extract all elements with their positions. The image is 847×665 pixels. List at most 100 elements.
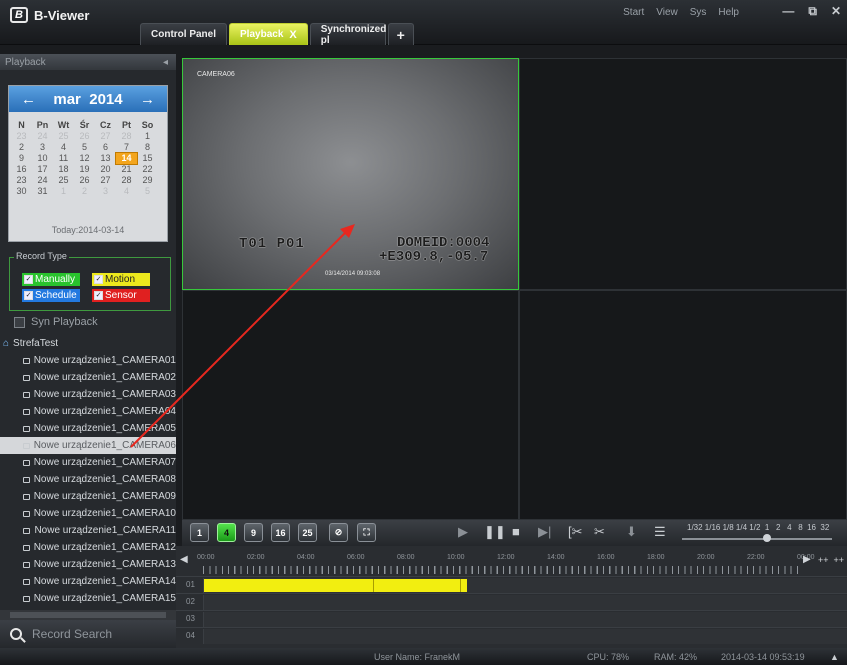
- calendar-day[interactable]: 23: [11, 175, 32, 186]
- add-tab-button[interactable]: +: [387, 23, 414, 45]
- timeline-zoom-icon[interactable]: ++ ++: [818, 555, 844, 565]
- camera-item[interactable]: Nowe urządzenie1_CAMERA12: [0, 539, 176, 556]
- layout-4-button[interactable]: 4: [217, 523, 236, 542]
- next-month-icon[interactable]: →: [140, 91, 155, 108]
- calendar-day[interactable]: 25: [53, 175, 74, 186]
- camera-item[interactable]: Nowe urządzenie1_CAMERA03: [0, 386, 176, 403]
- tree-root-item[interactable]: ⌂ StrefaTest: [0, 335, 176, 352]
- layout-9-button[interactable]: 9: [244, 523, 263, 542]
- record-type-manually[interactable]: ✓ Manually: [22, 273, 80, 286]
- download-icon[interactable]: ⬇: [626, 524, 637, 540]
- tab-control-panel[interactable]: Control Panel: [140, 23, 228, 45]
- record-search-button[interactable]: Record Search: [0, 620, 176, 648]
- menu-view[interactable]: View: [656, 7, 678, 18]
- calendar-today-label[interactable]: Today:2014-03-14: [9, 225, 167, 235]
- calendar-day[interactable]: 26: [74, 131, 95, 142]
- calendar-day[interactable]: 11: [53, 153, 74, 164]
- video-cell-2[interactable]: [519, 58, 847, 290]
- play-icon[interactable]: ▶: [458, 524, 468, 540]
- calendar-day[interactable]: 7: [116, 142, 137, 153]
- calendar-day[interactable]: 29: [137, 175, 158, 186]
- calendar-day[interactable]: 18: [53, 164, 74, 175]
- calendar-day[interactable]: 24: [32, 131, 53, 142]
- camera-item[interactable]: Nowe urządzenie1_CAMERA01: [0, 352, 176, 369]
- camera-item[interactable]: Nowe urządzenie1_CAMERA10: [0, 505, 176, 522]
- close-window-icon[interactable]: ✕: [831, 4, 841, 19]
- calendar-day[interactable]: 22: [137, 164, 158, 175]
- calendar-day[interactable]: 10: [32, 153, 53, 164]
- speed-slider-handle[interactable]: [763, 534, 771, 542]
- horizontal-scrollbar[interactable]: [0, 610, 176, 620]
- camera-item[interactable]: Nowe urządzenie1_CAMERA13: [0, 556, 176, 573]
- camera-item[interactable]: Nowe urządzenie1_CAMERA11: [0, 522, 176, 539]
- camera-item[interactable]: Nowe urządzenie1_CAMERA06: [0, 437, 176, 454]
- calendar-day-today[interactable]: 14: [115, 152, 138, 165]
- camera-item[interactable]: Nowe urządzenie1_CAMERA05: [0, 420, 176, 437]
- calendar-day[interactable]: 17: [32, 164, 53, 175]
- calendar-day[interactable]: 20: [95, 164, 116, 175]
- calendar-day[interactable]: 5: [137, 186, 158, 197]
- layout-25-button[interactable]: 25: [298, 523, 317, 542]
- camera-item[interactable]: Nowe urządzenie1_CAMERA04: [0, 403, 176, 420]
- layout-16-button[interactable]: 16: [271, 523, 290, 542]
- timeline-lane[interactable]: [203, 629, 847, 644]
- status-up-arrow-icon[interactable]: ▲: [830, 652, 839, 662]
- calendar-day[interactable]: 3: [95, 186, 116, 197]
- menu-sys[interactable]: Sys: [690, 7, 707, 18]
- calendar-day[interactable]: 21: [116, 164, 137, 175]
- calendar-day[interactable]: 2: [11, 142, 32, 153]
- camera-item[interactable]: Nowe urządzenie1_CAMERA15: [0, 590, 176, 607]
- calendar-day[interactable]: 1: [137, 131, 158, 142]
- calendar-day[interactable]: 1: [53, 186, 74, 197]
- stop-all-icon[interactable]: ⊘: [329, 523, 348, 542]
- menu-help[interactable]: Help: [718, 7, 739, 18]
- record-type-schedule[interactable]: ✓ Schedule: [22, 289, 80, 302]
- camera-item[interactable]: Nowe urządzenie1_CAMERA08: [0, 471, 176, 488]
- stop-icon[interactable]: ■: [512, 524, 520, 539]
- camera-item[interactable]: Nowe urządzenie1_CAMERA07: [0, 454, 176, 471]
- scrollbar-thumb[interactable]: [10, 612, 166, 618]
- timeline-lane[interactable]: [203, 578, 847, 593]
- calendar-day[interactable]: 8: [137, 142, 158, 153]
- calendar-day[interactable]: 6: [95, 142, 116, 153]
- timeline-lane[interactable]: [203, 612, 847, 627]
- fullscreen-icon[interactable]: ⛶: [357, 523, 376, 542]
- calendar-day[interactable]: 24: [32, 175, 53, 186]
- syn-playback-checkbox[interactable]: Syn Playback: [14, 316, 98, 328]
- calendar-day[interactable]: 9: [11, 153, 32, 164]
- calendar-day[interactable]: 26: [74, 175, 95, 186]
- calendar-day[interactable]: 4: [53, 142, 74, 153]
- calendar-day[interactable]: 31: [32, 186, 53, 197]
- timeline-prev-icon[interactable]: ◀: [180, 554, 188, 565]
- scissors-icon[interactable]: ✂: [594, 524, 605, 540]
- calendar-day[interactable]: 12: [74, 153, 95, 164]
- step-forward-icon[interactable]: ▶|: [538, 524, 551, 540]
- layout-1-button[interactable]: 1: [190, 523, 209, 542]
- clip-icon[interactable]: [✂: [568, 524, 583, 540]
- calendar-day[interactable]: 23: [11, 131, 32, 142]
- calendar-day[interactable]: 27: [95, 175, 116, 186]
- calendar-day[interactable]: 16: [11, 164, 32, 175]
- calendar-day[interactable]: 19: [74, 164, 95, 175]
- collapse-panel-icon[interactable]: ◂: [163, 57, 168, 68]
- tab-synchronized-playback[interactable]: Synchronized pl: [309, 23, 386, 46]
- camera-item[interactable]: Nowe urządzenie1_CAMERA14: [0, 573, 176, 590]
- close-tab-icon[interactable]: X: [289, 29, 296, 41]
- recording-segment[interactable]: [204, 579, 467, 592]
- calendar-day[interactable]: 30: [11, 186, 32, 197]
- calendar-day[interactable]: 5: [74, 142, 95, 153]
- record-type-sensor[interactable]: ✓ Sensor: [92, 289, 150, 302]
- speed-slider[interactable]: [682, 538, 832, 540]
- calendar-day[interactable]: 3: [32, 142, 53, 153]
- prev-month-icon[interactable]: ←: [21, 91, 36, 108]
- timeline-lane[interactable]: [203, 595, 847, 610]
- calendar-day[interactable]: 25: [53, 131, 74, 142]
- camera-item[interactable]: Nowe urządzenie1_CAMERA09: [0, 488, 176, 505]
- camera-item[interactable]: Nowe urządzenie1_CAMERA02: [0, 369, 176, 386]
- video-cell-1[interactable]: CAMERA06 T01 P01 DOMEID:0004 +E309.8,-05…: [182, 58, 519, 290]
- pause-icon[interactable]: ❚❚: [484, 524, 506, 540]
- record-type-motion[interactable]: ✓ Motion: [92, 273, 150, 286]
- timeline-next-icon[interactable]: ▶: [803, 554, 811, 565]
- calendar-day[interactable]: 2: [74, 186, 95, 197]
- menu-start[interactable]: Start: [623, 7, 644, 18]
